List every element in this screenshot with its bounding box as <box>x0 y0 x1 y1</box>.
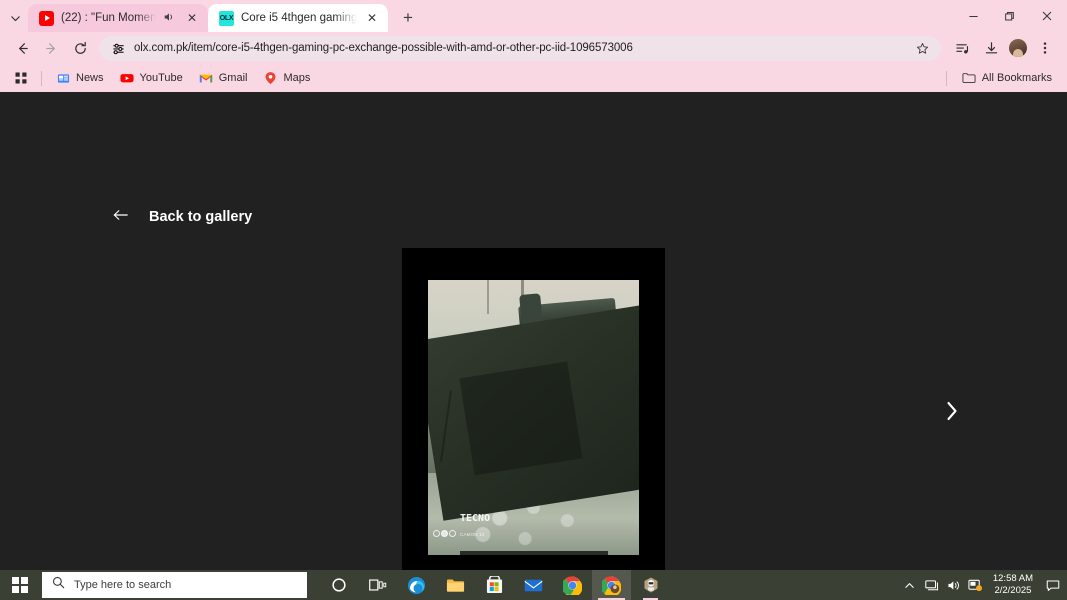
download-icon[interactable] <box>977 34 1005 62</box>
back-to-gallery-label: Back to gallery <box>149 209 253 225</box>
tecno-model: CAMON 12 <box>460 531 485 537</box>
tab-strip: (22) : "Fun Moments from D ✕ OLX Core i5… <box>0 0 1067 32</box>
speaker-mute-icon[interactable] <box>163 11 177 26</box>
system-tray: 12:58 AM 2/2/2025 <box>899 570 1067 600</box>
back-button[interactable] <box>8 34 36 62</box>
minimize-button[interactable] <box>955 0 991 32</box>
browser-toolbar: olx.com.pk/item/core-i5-4thgen-gaming-pc… <box>0 32 1067 64</box>
onedrive-icon[interactable] <box>965 570 987 600</box>
close-icon[interactable]: ✕ <box>184 10 200 26</box>
window-controls <box>955 0 1067 32</box>
bookmark-label: Maps <box>283 72 311 84</box>
gallery-photo: TECNO CAMON 12 Screenshot has been saved… <box>428 280 639 555</box>
volume-icon[interactable] <box>943 570 965 600</box>
bookmark-label: News <box>76 72 104 84</box>
site-settings-icon[interactable] <box>111 41 125 55</box>
taskbar-apps <box>319 570 670 600</box>
mail-icon[interactable] <box>514 570 553 600</box>
chrome-icon[interactable] <box>553 570 592 600</box>
all-bookmarks-button[interactable]: All Bookmarks <box>955 68 1059 88</box>
apps-grid-icon[interactable] <box>8 67 34 89</box>
tab-search-icon[interactable] <box>2 4 28 32</box>
taskbar-search-placeholder: Type here to search <box>74 579 172 591</box>
camera-dots-icon <box>433 530 456 537</box>
divider <box>945 70 947 86</box>
folder-icon <box>962 71 976 85</box>
url-text: olx.com.pk/item/core-i5-4thgen-gaming-pc… <box>134 42 633 54</box>
screenshot-toast: Screenshot has been saved to Pictures/ S… <box>459 551 608 555</box>
close-icon[interactable]: ✕ <box>364 10 380 26</box>
chrome-active-icon[interactable] <box>592 570 631 600</box>
windows-taskbar: Type here to search 12:58 AM 2/2/2025 <box>0 570 1067 600</box>
microsoft-store-icon[interactable] <box>475 570 514 600</box>
search-icon <box>52 576 65 594</box>
notification-icon[interactable] <box>1041 570 1065 600</box>
tab-olx[interactable]: OLX Core i5 4thgen gaming pc exch ✕ <box>208 4 388 32</box>
star-icon[interactable] <box>911 37 933 59</box>
gallery-image-stage[interactable]: TECNO CAMON 12 Screenshot has been saved… <box>402 248 665 570</box>
tecno-watermark-text: TECNO CAMON 12 <box>460 509 490 539</box>
chrome-menu-icon[interactable] <box>1031 34 1059 62</box>
gmail-icon <box>199 71 213 85</box>
file-explorer-icon[interactable] <box>436 570 475 600</box>
bookmark-label: Gmail <box>218 72 248 84</box>
all-bookmarks-label: All Bookmarks <box>981 72 1052 84</box>
back-to-gallery-button[interactable]: Back to gallery <box>113 208 252 226</box>
clock-date: 2/2/2025 <box>994 585 1032 596</box>
profile-avatar[interactable] <box>1009 39 1027 57</box>
reading-list-icon[interactable] <box>948 34 976 62</box>
task-view-icon[interactable] <box>358 570 397 600</box>
tab-title: Core i5 4thgen gaming pc exch <box>241 12 357 24</box>
taskbar-clock[interactable]: 12:58 AM 2/2/2025 <box>987 573 1041 597</box>
maps-pin-icon <box>263 71 277 85</box>
restore-button[interactable] <box>991 0 1027 32</box>
bookmark-news[interactable]: News <box>49 68 111 88</box>
chevron-right-icon[interactable] <box>938 397 966 425</box>
photo-monitor-panel <box>459 360 583 475</box>
photo-monitor <box>428 303 639 520</box>
reload-button[interactable] <box>66 34 94 62</box>
page-content: Back to gallery TECNO CAMON 12 <box>0 92 1067 570</box>
bookmarks-bar-right: All Bookmarks <box>945 68 1059 88</box>
close-window-button[interactable] <box>1027 0 1067 32</box>
divider <box>41 70 42 86</box>
youtube-icon <box>119 71 134 85</box>
news-icon <box>56 71 70 85</box>
chevron-up-icon[interactable] <box>899 570 921 600</box>
tab-youtube[interactable]: (22) : "Fun Moments from D ✕ <box>28 4 208 32</box>
windows-start-icon[interactable] <box>0 570 40 600</box>
bookmark-label: YouTube <box>139 72 183 84</box>
address-bar[interactable]: olx.com.pk/item/core-i5-4thgen-gaming-pc… <box>99 35 941 61</box>
network-icon[interactable] <box>921 570 943 600</box>
edge-icon[interactable] <box>397 570 436 600</box>
bookmark-maps[interactable]: Maps <box>256 68 317 88</box>
youtube-icon <box>39 10 54 26</box>
bookmark-gmail[interactable]: Gmail <box>192 68 255 88</box>
bookmark-youtube[interactable]: YouTube <box>113 68 190 88</box>
tecno-brand: TECNO <box>460 512 491 524</box>
cortana-icon[interactable] <box>319 570 358 600</box>
forward-button[interactable] <box>37 34 65 62</box>
app-icon[interactable] <box>631 570 670 600</box>
arrow-left-icon <box>113 208 129 226</box>
tab-title: (22) : "Fun Moments from D <box>61 12 156 24</box>
olx-icon: OLX <box>219 10 234 26</box>
new-tab-button[interactable]: + <box>394 4 422 32</box>
taskbar-search-input[interactable]: Type here to search <box>42 572 307 598</box>
photo-wall-line <box>487 280 490 314</box>
tecno-watermark: TECNO CAMON 12 <box>433 509 490 539</box>
bookmarks-bar: News YouTube Gmail Maps All Bookmarks <box>0 64 1067 92</box>
clock-time: 12:58 AM <box>992 573 1033 585</box>
